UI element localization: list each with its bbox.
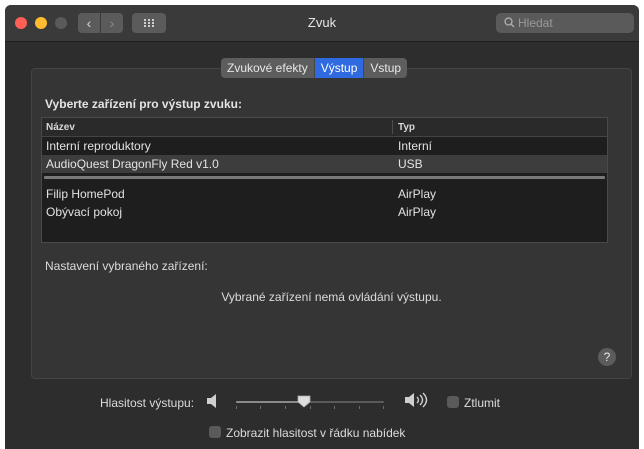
slider-tick [285, 406, 286, 409]
help-button[interactable]: ? [598, 348, 616, 366]
output-volume-label: Hlasitost výstupu: [100, 396, 195, 410]
tab-input[interactable]: Vstup [364, 58, 407, 78]
column-header-type[interactable]: Typ [398, 122, 415, 133]
mute-label[interactable]: Ztlumit [464, 396, 500, 410]
column-separator [392, 120, 393, 134]
show-volume-in-menu-bar-checkbox[interactable] [209, 426, 221, 438]
table-row[interactable]: Interní reproduktory Interní [42, 137, 607, 155]
table-row-selected[interactable]: AudioQuest DragonFly Red v1.0 USB [42, 155, 607, 173]
table-row[interactable]: Obývací pokoj AirPlay [42, 203, 607, 221]
slider-knob[interactable] [297, 395, 311, 408]
tab-output[interactable]: Výstup [314, 58, 365, 78]
no-output-controls-message: Vybrané zařízení nemá ovládání výstupu. [221, 290, 442, 304]
slider-fill [236, 401, 304, 403]
device-table[interactable]: Název Typ Interní reproduktory Interní A… [41, 117, 608, 243]
help-icon: ? [603, 350, 611, 364]
device-name: Filip HomePod [46, 187, 125, 201]
table-divider [44, 176, 605, 179]
speaker-low-icon [205, 393, 219, 414]
column-header-name[interactable]: Název [46, 122, 75, 133]
title-bar: ‹ › Zvuk [5, 5, 639, 42]
search-field[interactable] [496, 13, 634, 33]
search-icon [504, 13, 515, 34]
device-name: Obývací pokoj [46, 205, 123, 219]
show-volume-in-menu-bar-label[interactable]: Zobrazit hlasitost v řádku nabídek [226, 426, 405, 440]
choose-device-label: Vyberte zařízení pro výstup zvuku: [45, 97, 242, 111]
selected-device-settings-label: Nastavení vybraného zařízení: [45, 259, 208, 273]
slider-tick [236, 406, 237, 409]
output-panel: Vyberte zařízení pro výstup zvuku: Název… [31, 68, 632, 379]
mute-checkbox[interactable] [447, 396, 459, 408]
slider-tick [359, 406, 360, 409]
search-input[interactable] [518, 15, 628, 31]
device-type: AirPlay [398, 187, 437, 201]
tab-bar: Zvukové efekty Výstup Vstup [221, 58, 408, 78]
tab-sound-effects[interactable]: Zvukové efekty [221, 58, 315, 78]
device-type: AirPlay [398, 205, 437, 219]
device-type: USB [398, 157, 423, 171]
speaker-high-icon [404, 391, 434, 414]
table-row[interactable]: Filip HomePod AirPlay [42, 185, 607, 203]
device-type: Interní [398, 139, 433, 153]
device-name: Interní reproduktory [46, 139, 151, 153]
slider-tick [334, 406, 335, 409]
table-header: Název Typ [42, 118, 607, 137]
device-name: AudioQuest DragonFly Red v1.0 [46, 157, 219, 171]
volume-slider[interactable] [236, 394, 384, 410]
slider-tick [383, 406, 384, 409]
slider-tick [260, 406, 261, 409]
